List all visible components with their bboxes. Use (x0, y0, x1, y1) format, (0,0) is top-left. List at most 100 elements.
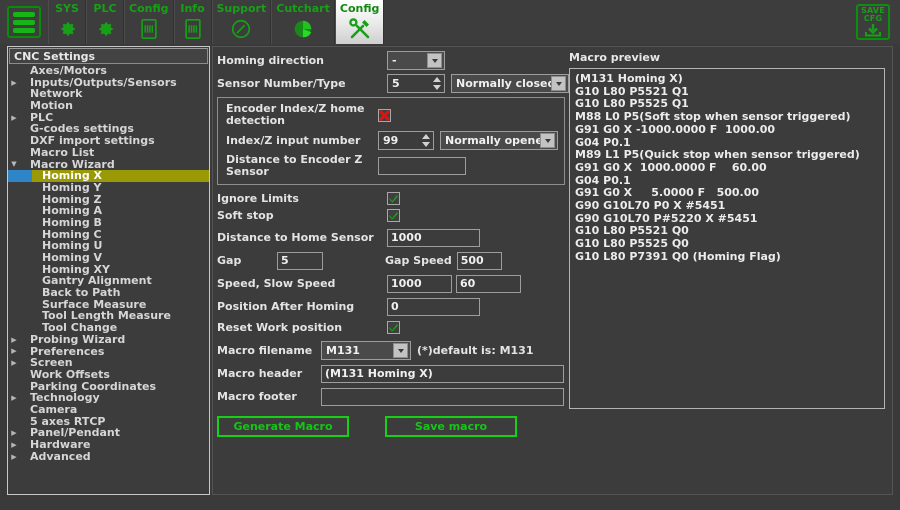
encoder-detection-row: Encoder Index/Z home detection (226, 103, 558, 127)
slow-speed-input[interactable] (456, 275, 521, 293)
chevron-down-icon[interactable] (427, 53, 442, 68)
homing-x-form: Homing direction - Sensor Number/Type 5 (217, 51, 569, 437)
tree-expander-icon[interactable]: ▶ (8, 429, 20, 437)
stepper-down-icon[interactable] (430, 84, 443, 91)
tree-expander-icon[interactable]: ▶ (8, 347, 20, 355)
macro-footer-label: Macro footer (217, 390, 321, 403)
tree-expander-icon[interactable]: ▶ (8, 441, 20, 449)
sidebar-item-homing-a[interactable]: Homing A (8, 205, 209, 217)
pie-chart-icon (292, 16, 314, 42)
position-after-homing-input[interactable] (387, 298, 480, 316)
toolbar-tab-label: Config (340, 2, 380, 15)
tree-expander-icon[interactable]: ▶ (8, 359, 20, 367)
toolbar-tab-config-2[interactable]: Config (124, 0, 174, 44)
macro-footer-input[interactable] (321, 388, 564, 406)
index-input-type-select[interactable]: Normally opened (440, 131, 558, 150)
tools-icon (348, 16, 372, 42)
sidebar-item-homing-b[interactable]: Homing B (8, 217, 209, 229)
sidebar-item-macro-wizard[interactable]: ▼Macro Wizard (8, 159, 209, 171)
index-input-number-stepper[interactable]: 99 (378, 131, 434, 150)
save-cfg-button[interactable]: SAVE CFG (846, 0, 900, 44)
menu-button[interactable] (0, 0, 48, 44)
settings-tree[interactable]: Axes/Motors▶Inputs/Outputs/SensorsNetwor… (8, 64, 209, 462)
sidebar-item-label: Camera (20, 404, 77, 416)
reset-work-position-checkbox[interactable] (387, 321, 400, 334)
sidebar-item-camera[interactable]: Camera (8, 404, 209, 416)
settings-tree-panel[interactable]: CNC Settings Axes/Motors▶Inputs/Outputs/… (7, 46, 210, 495)
toolbar-tab-label: SYS (55, 2, 79, 15)
macro-header-input[interactable] (321, 365, 564, 383)
sidebar-item-work-offsets[interactable]: Work Offsets (8, 369, 209, 381)
sidebar-item-back-to-path[interactable]: Back to Path (8, 287, 209, 299)
toolbar-tab-plc-1[interactable]: PLC (86, 0, 124, 44)
position-after-homing-label: Position After Homing (217, 300, 387, 313)
tree-expander-icon[interactable]: ▶ (8, 453, 20, 461)
macro-filename-select[interactable]: M131 (321, 341, 411, 360)
speed-input[interactable] (387, 275, 452, 293)
sidebar-item-macro-list[interactable]: Macro List (8, 147, 209, 159)
toolbar-tab-label: Support (217, 2, 267, 15)
sensor-type-select[interactable]: Normally closed (451, 74, 569, 93)
macro-preview-box[interactable]: (M131 Homing X)G10 L80 P5521 Q1G10 L80 P… (569, 68, 885, 409)
sidebar-item-hardware[interactable]: ▶Hardware (8, 439, 209, 451)
gap-label: Gap (217, 254, 277, 267)
top-toolbar: SYSPLCConfigInfoSupportCutchartConfig SA… (0, 0, 900, 44)
sidebar-item-homing-v[interactable]: Homing V (8, 252, 209, 264)
gap-input[interactable] (277, 252, 323, 270)
index-input-number-label: Index/Z input number (226, 135, 378, 147)
stepper-arrows[interactable] (430, 75, 443, 92)
chevron-down-icon[interactable] (540, 133, 555, 148)
hamburger-menu-icon[interactable] (7, 6, 41, 38)
sensor-number-stepper[interactable]: 5 (387, 74, 445, 93)
distance-home-sensor-label: Distance to Home Sensor (217, 231, 387, 244)
distance-home-sensor-input[interactable] (387, 229, 480, 247)
document-icon (139, 16, 159, 42)
macro-footer-row: Macro footer (217, 387, 569, 406)
save-macro-button[interactable]: Save macro (385, 416, 517, 437)
sidebar-item-homing-c[interactable]: Homing C (8, 229, 209, 241)
gap-speed-input[interactable] (457, 252, 502, 270)
tree-expander-icon[interactable]: ▼ (8, 160, 20, 168)
sidebar-item-homing-y[interactable]: Homing Y (8, 182, 209, 194)
cross-icon (379, 110, 390, 121)
tree-expander-icon[interactable]: ▶ (8, 336, 20, 344)
sidebar-item-homing-z[interactable]: Homing Z (8, 194, 209, 206)
gear-icon (56, 16, 78, 42)
tree-expander-icon[interactable]: ▶ (8, 394, 20, 402)
tree-expander-icon[interactable]: ▶ (8, 79, 20, 87)
toolbar-tab-info-3[interactable]: Info (174, 0, 212, 44)
gauge-icon (230, 16, 252, 42)
ignore-limits-checkbox[interactable] (387, 192, 400, 205)
macro-preview-line: G10 L80 P7391 Q0 (Homing Flag) (575, 251, 879, 264)
sidebar-item-homing-u[interactable]: Homing U (8, 240, 209, 252)
stepper-arrows[interactable] (419, 132, 432, 149)
gear-icon (94, 16, 116, 42)
toolbar-tab-config-6[interactable]: Config (335, 0, 385, 44)
save-download-icon[interactable]: SAVE CFG (856, 4, 890, 40)
homing-direction-select[interactable]: - (387, 51, 445, 70)
toolbar-tab-sys-0[interactable]: SYS (48, 0, 86, 44)
sidebar-item-homing-x[interactable]: Homing X (8, 170, 209, 182)
stepper-up-icon[interactable] (430, 76, 443, 83)
sidebar-item-axes-motors[interactable]: Axes/Motors (8, 65, 209, 77)
sidebar-item-advanced[interactable]: ▶Advanced (8, 451, 209, 463)
sidebar-item-probing-wizard[interactable]: ▶Probing Wizard (8, 334, 209, 346)
toolbar-tab-support-4[interactable]: Support (212, 0, 272, 44)
generate-macro-button[interactable]: Generate Macro (217, 416, 349, 437)
stepper-up-icon[interactable] (419, 133, 432, 140)
chevron-down-icon[interactable] (551, 76, 566, 91)
macro-filename-row: Macro filename M131 (*)default is: M131 (217, 341, 569, 360)
index-input-number-value: 99 (379, 134, 419, 147)
sidebar-item-label: Probing Wizard (20, 334, 125, 346)
macro-preview-section: Macro preview (M131 Homing X)G10 L80 P55… (569, 51, 887, 409)
encoder-distance-row: Distance to Encoder Z Sensor (226, 154, 558, 178)
toolbar-tab-label: PLC (93, 2, 116, 15)
toolbar-tab-cutchart-5[interactable]: Cutchart (271, 0, 335, 44)
encoder-distance-input[interactable] (378, 157, 466, 175)
tree-expander-icon[interactable]: ▶ (8, 114, 20, 122)
encoder-detection-checkbox[interactable] (378, 109, 391, 122)
stepper-down-icon[interactable] (419, 141, 432, 148)
soft-stop-checkbox[interactable] (387, 209, 400, 222)
sidebar-item-motion[interactable]: Motion (8, 100, 209, 112)
chevron-down-icon[interactable] (393, 343, 408, 358)
